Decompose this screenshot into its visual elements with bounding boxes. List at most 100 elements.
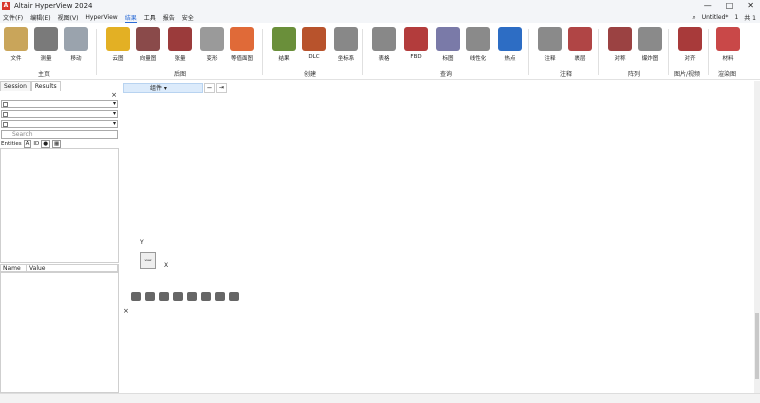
axis-x-label: X bbox=[164, 262, 169, 269]
menu-right: ⌕ Untitled* 1 共 1 bbox=[692, 12, 756, 23]
title-bar: A Altair HyperView 2024 — □ ✕ bbox=[0, 0, 760, 12]
sort-icon[interactable]: A bbox=[23, 140, 32, 148]
ribbon-label: 注释 bbox=[544, 56, 556, 62]
ribbon-button-3[interactable]: 云图 bbox=[104, 27, 132, 62]
menu-item-1[interactable]: 编辑(E) bbox=[30, 13, 50, 22]
ribbon-icon bbox=[436, 27, 460, 51]
ribbon-separator bbox=[708, 29, 709, 75]
close-icon[interactable]: × bbox=[123, 307, 129, 315]
ribbon-button-8[interactable]: 结果 bbox=[270, 27, 298, 62]
ribbon-icon bbox=[136, 27, 160, 51]
search-input[interactable]: Search bbox=[1, 130, 118, 139]
ribbon-button-16[interactable]: 注释 bbox=[536, 27, 564, 62]
ribbon-label: 对称 bbox=[614, 56, 626, 62]
session-name[interactable]: Untitled* bbox=[702, 14, 729, 21]
component-selector[interactable]: 组件 ▾ bbox=[123, 83, 203, 93]
ribbon-button-12[interactable]: FBD bbox=[402, 27, 430, 60]
menu-bar: 文件(F) 编辑(E) 视图(V) HyperView 结果 工具 报告 安全 bbox=[0, 12, 760, 23]
entity-browser[interactable] bbox=[0, 148, 119, 263]
ribbon-group-0: 主页 bbox=[38, 71, 51, 78]
ribbon-label: 爆炸图 bbox=[641, 56, 659, 62]
ribbon-separator bbox=[96, 29, 97, 75]
menu-item-2[interactable]: 视图(V) bbox=[58, 13, 79, 22]
menu-item-3[interactable]: HyperView bbox=[85, 14, 117, 21]
ribbon-button-11[interactable]: 表格 bbox=[370, 27, 398, 62]
ribbon-label: 标图 bbox=[442, 56, 454, 62]
chevron-down-icon: ▾ bbox=[112, 100, 116, 107]
menu-item-0[interactable]: 文件(F) bbox=[3, 13, 23, 22]
close-button[interactable]: ✕ bbox=[747, 0, 754, 12]
ribbon-button-10[interactable]: 坐标系 bbox=[332, 27, 360, 62]
ribbon-icon bbox=[372, 27, 396, 51]
ribbon-button-5[interactable]: 张量 bbox=[166, 27, 194, 62]
ribbon-button-4[interactable]: 向量图 bbox=[134, 27, 162, 62]
ribbon-button-18[interactable]: 对称 bbox=[606, 27, 634, 62]
color-icon[interactable]: ● bbox=[41, 140, 51, 148]
filter-icon[interactable]: ▦ bbox=[52, 140, 62, 148]
ribbon-button-15[interactable]: 热点 bbox=[496, 27, 524, 62]
ribbon-icon bbox=[538, 27, 562, 51]
status-bar bbox=[0, 393, 760, 403]
collapse-button[interactable]: ⇥ bbox=[216, 83, 227, 93]
ribbon-button-19[interactable]: 爆炸图 bbox=[636, 27, 664, 62]
tab-session[interactable]: Session bbox=[0, 81, 31, 91]
value-column: Value bbox=[27, 265, 118, 272]
menu-item-5[interactable]: 工具 bbox=[144, 13, 156, 22]
property-header: Name Value bbox=[0, 264, 119, 272]
scroll-thumb[interactable] bbox=[755, 313, 759, 379]
tab-results[interactable]: Results bbox=[30, 81, 61, 91]
layer-icon bbox=[3, 102, 8, 107]
entity-bar: Entities A ID ● ▦ bbox=[1, 140, 118, 148]
ribbon-label: 云图 bbox=[112, 56, 124, 62]
rotate-icon[interactable] bbox=[215, 292, 225, 301]
ribbon-button-14[interactable]: 线性化 bbox=[464, 27, 492, 62]
filter-combo-3[interactable]: ▾ bbox=[1, 120, 118, 128]
ribbon-button-21[interactable]: 材料 bbox=[714, 27, 742, 62]
page-number: 1 bbox=[734, 14, 739, 21]
ribbon-button-7[interactable]: 等值面图 bbox=[228, 27, 256, 62]
ribbon-button-9[interactable]: DLC bbox=[300, 27, 328, 60]
ribbon-button-20[interactable]: 对齐 bbox=[676, 27, 704, 62]
pan-icon[interactable] bbox=[229, 292, 239, 301]
filter-combo-1[interactable]: ▾ bbox=[1, 100, 118, 108]
property-table[interactable] bbox=[0, 272, 119, 393]
ribbon-button-2[interactable]: 移动 bbox=[62, 27, 90, 62]
minimize-button[interactable]: — bbox=[704, 0, 712, 12]
zoom-icon[interactable] bbox=[201, 292, 211, 301]
view-toolbar bbox=[131, 292, 239, 301]
minus-button[interactable]: − bbox=[204, 83, 215, 93]
filter-combo-2[interactable]: ▾ bbox=[1, 110, 118, 118]
search-icon[interactable]: ⌕ bbox=[692, 14, 695, 22]
ribbon-icon bbox=[568, 27, 592, 51]
chevron-down-icon: ▾ bbox=[112, 120, 116, 127]
graphics-viewport[interactable]: 组件 ▾ − ⇥ Y view X × bbox=[121, 81, 754, 393]
shaded-icon[interactable] bbox=[131, 292, 141, 301]
menu-item-4[interactable]: 结果 bbox=[124, 13, 137, 23]
menu-item-7[interactable]: 安全 bbox=[182, 13, 194, 22]
ribbon-button-1[interactable]: 测量 bbox=[32, 27, 60, 62]
menu-item-6[interactable]: 报告 bbox=[163, 13, 175, 22]
ribbon-group-1: 后图 bbox=[174, 71, 187, 78]
isolate-icon[interactable] bbox=[173, 292, 183, 301]
ribbon-icon bbox=[106, 27, 130, 51]
ribbon-button-13[interactable]: 标图 bbox=[434, 27, 462, 62]
close-icon[interactable]: × bbox=[111, 91, 117, 99]
ribbon-group-5: 阵列 bbox=[628, 71, 641, 78]
ribbon: 文件 测量 移动云图 向量图 张量 变形 等值面图 结果 DLC 坐标系 表格 FBD 标图 线性化 热点注… bbox=[0, 23, 760, 80]
chevron-down-icon: ▾ bbox=[112, 110, 116, 117]
ribbon-icon bbox=[168, 27, 192, 51]
ribbon-separator bbox=[528, 29, 529, 75]
ribbon-label: 等值面图 bbox=[230, 56, 253, 62]
cube-icon[interactable] bbox=[159, 292, 169, 301]
axis-icon[interactable] bbox=[187, 292, 197, 301]
ribbon-button-6[interactable]: 变形 bbox=[198, 27, 226, 62]
vertical-scrollbar[interactable] bbox=[754, 81, 760, 393]
ribbon-label: DLC bbox=[308, 54, 320, 60]
maximize-button[interactable]: □ bbox=[726, 0, 734, 12]
ribbon-icon bbox=[34, 27, 58, 51]
ribbon-button-17[interactable]: 裹层 bbox=[566, 27, 594, 62]
ribbon-group-3: 查询 bbox=[440, 71, 453, 78]
ribbon-button-0[interactable]: 文件 bbox=[2, 27, 30, 62]
left-panel: Session Results × ▾ ▾ ▾ Search Entities … bbox=[0, 81, 119, 393]
wireframe-icon[interactable] bbox=[145, 292, 155, 301]
